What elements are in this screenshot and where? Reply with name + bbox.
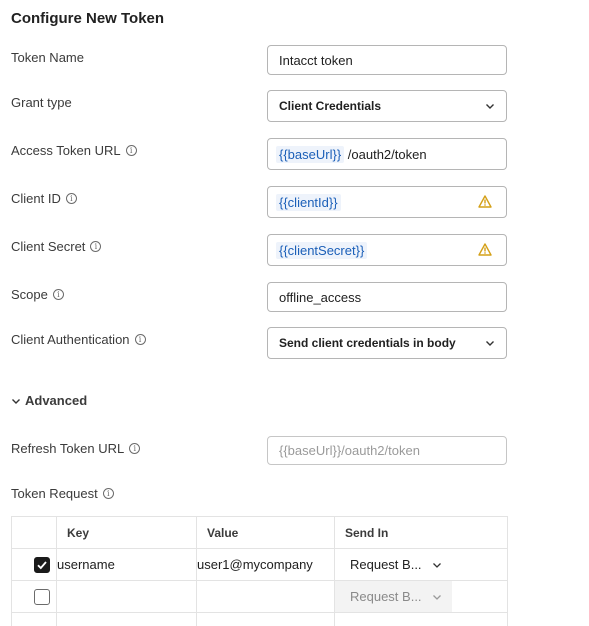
table-row (11, 612, 508, 626)
grant-type-select[interactable]: Client Credentials (267, 90, 507, 122)
info-icon[interactable]: i (52, 289, 64, 300)
row-key[interactable]: username (56, 548, 197, 581)
info-icon[interactable]: i (125, 145, 137, 156)
table-header-row: Key Value Send In (11, 516, 508, 549)
client-secret-label: Client Secret i (11, 239, 102, 254)
client-id-label: Client ID i (11, 191, 77, 206)
page-title: Configure New Token (11, 10, 165, 27)
warning-icon (478, 195, 492, 208)
grant-type-label: Grant type (11, 95, 72, 110)
chevron-down-icon (486, 341, 494, 346)
send-in-select[interactable]: Request B... (335, 581, 452, 612)
scope-label: Scope i (11, 287, 64, 302)
chevron-down-icon (432, 594, 441, 600)
advanced-toggle[interactable]: Advanced (11, 393, 87, 408)
scope-input[interactable]: offline_access (267, 282, 507, 312)
column-header-value: Value (196, 516, 335, 549)
access-token-url-label: Access Token URL i (11, 143, 137, 158)
row-value[interactable] (196, 580, 335, 613)
chevron-down-icon (486, 104, 494, 109)
row-checkbox[interactable] (34, 588, 50, 605)
refresh-token-url-input[interactable]: {{baseUrl}}/oauth2/token (267, 436, 507, 465)
variable-token: {{clientSecret}} (276, 241, 368, 259)
client-secret-input[interactable]: {{clientSecret}} (267, 234, 507, 266)
info-icon[interactable]: i (90, 241, 102, 252)
access-token-url-input[interactable]: {{baseUrl}} /oauth2/token (267, 138, 507, 170)
row-key[interactable] (56, 580, 197, 613)
checkmark-icon (37, 560, 47, 569)
refresh-token-url-placeholder: {{baseUrl}}/oauth2/token (279, 443, 420, 458)
token-request-table: Key Value Send In username user1@mycompa… (11, 516, 508, 626)
table-row: Request B... (11, 580, 508, 613)
column-header-send-in: Send In (334, 516, 508, 549)
info-icon[interactable]: i (129, 443, 141, 454)
table-row: username user1@mycompany Request B... (11, 548, 508, 581)
info-icon[interactable]: i (134, 334, 146, 345)
chevron-down-icon (12, 398, 20, 404)
configure-token-panel: Configure New Token Token Name Intacct t… (0, 0, 589, 626)
variable-token: {{clientId}} (276, 193, 341, 211)
row-value[interactable]: user1@mycompany (196, 548, 335, 581)
info-icon[interactable]: i (102, 488, 114, 499)
checkbox-column-header (11, 516, 57, 549)
client-auth-select[interactable]: Send client credentials in body (267, 327, 507, 359)
token-request-label: Token Request i (11, 486, 114, 501)
chevron-down-icon (432, 562, 441, 568)
info-icon[interactable]: i (65, 193, 77, 204)
refresh-token-url-label: Refresh Token URL i (11, 441, 141, 456)
variable-token: {{baseUrl}} (276, 145, 345, 163)
column-header-key: Key (56, 516, 197, 549)
warning-icon (478, 243, 492, 256)
token-name-label: Token Name (11, 50, 84, 65)
client-id-input[interactable]: {{clientId}} (267, 186, 507, 218)
send-in-select[interactable]: Request B... (335, 549, 452, 580)
row-checkbox[interactable] (34, 556, 50, 573)
client-auth-label: Client Authentication i (11, 332, 146, 347)
token-name-input[interactable]: Intacct token (267, 45, 507, 75)
